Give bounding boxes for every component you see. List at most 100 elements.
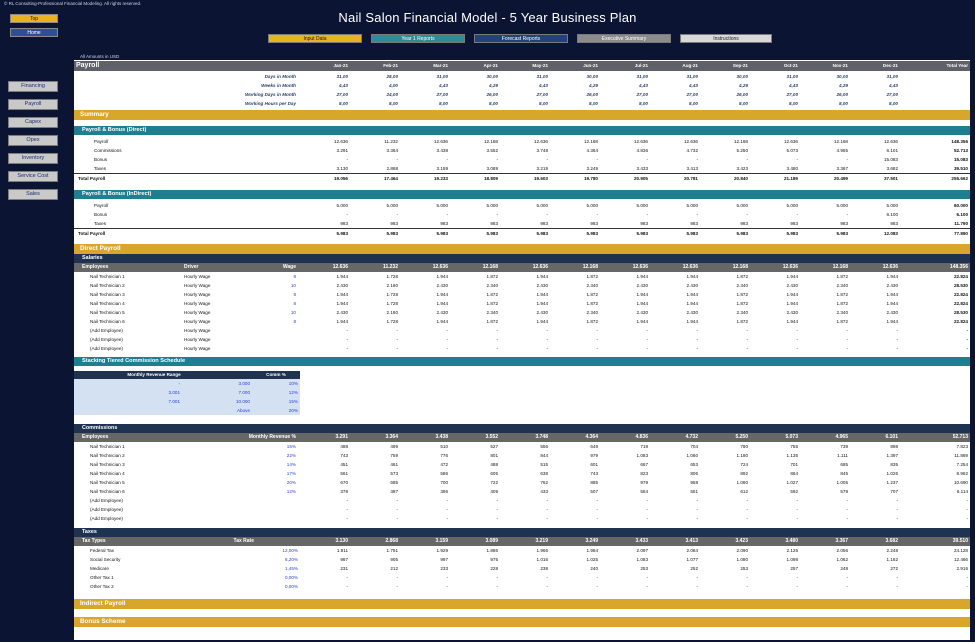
employee-driver[interactable]: Hourly Wage	[184, 281, 254, 290]
tax-name: Other Tax 1	[90, 575, 114, 580]
tax-rate[interactable]: 0,00%	[254, 573, 298, 582]
month-value: 5.983	[836, 231, 849, 236]
sidebar-inventory-button[interactable]: Inventory	[8, 153, 58, 164]
commission-pct[interactable]: 15%	[264, 442, 296, 451]
employee-driver[interactable]: Hourly Wage	[184, 335, 254, 344]
direct_section-row: Taxes 3.130 2.868 3.159 3.089 3.219 3.249 3.433…	[74, 164, 970, 173]
tier-from[interactable]	[134, 406, 180, 415]
employee-name[interactable]: Nail Technician 5	[90, 478, 180, 487]
employee-wage[interactable]: 8	[264, 272, 296, 281]
tax-rate[interactable]: 6,20%	[254, 555, 298, 564]
employee-name[interactable]: Nail Technician 4	[90, 469, 180, 478]
employee-wage[interactable]: 8	[264, 317, 296, 326]
tier-pct[interactable]: 12%	[254, 388, 298, 397]
commission-pct[interactable]: 12%	[264, 487, 296, 496]
employee-wage[interactable]: 8	[264, 290, 296, 299]
employee-name[interactable]: Nail Technician 6	[90, 317, 180, 326]
month-value: -	[446, 507, 448, 512]
employee-wage[interactable]: 8	[264, 299, 296, 308]
commission-pct[interactable]: 20%	[264, 478, 296, 487]
tax-rate[interactable]: 12,00%	[254, 546, 298, 555]
employee-name[interactable]: Nail Technician 3	[90, 290, 180, 299]
nav-forecast-reports-button[interactable]: Forecast Reports	[474, 34, 568, 43]
bonus-scheme-band: Bonus Scheme	[74, 617, 970, 627]
tier-pct[interactable]: 20%	[254, 406, 298, 415]
month-value: 2.084	[686, 548, 699, 553]
sidebar-capex-button[interactable]: Capex	[8, 117, 58, 128]
employee-driver[interactable]: Hourly Wage	[184, 290, 254, 299]
tier-to[interactable]: 10.000	[204, 397, 250, 406]
employee-name[interactable]: (Add Employee)	[90, 514, 180, 523]
employee-name[interactable]: (Add Employee)	[90, 505, 180, 514]
month-value: 2.340	[586, 283, 599, 288]
month-value: 3.291	[335, 434, 348, 440]
employee-name[interactable]: Nail Technician 2	[90, 451, 180, 460]
commission-pct[interactable]	[264, 496, 296, 505]
month-value: 864	[790, 471, 798, 476]
employee-name[interactable]: Nail Technician 2	[90, 281, 180, 290]
tax-rate[interactable]: 1,45%	[254, 564, 298, 573]
commission-pct[interactable]: 22%	[264, 451, 296, 460]
employee-name[interactable]: (Add Employee)	[90, 335, 180, 344]
tier-to[interactable]: 7.000	[204, 388, 250, 397]
employee-driver[interactable]: Hourly Wage	[184, 326, 254, 335]
commission-pct[interactable]	[264, 505, 296, 514]
home-button[interactable]: Home	[10, 28, 58, 37]
employee-name[interactable]: Nail Technician 3	[90, 460, 180, 469]
nav-input-data-button[interactable]: Input Data	[268, 34, 362, 43]
commission-row: Nail Technician 3 14% 451 461 472 488 515 601 66…	[74, 460, 970, 469]
month-header: Oct-21	[783, 63, 798, 68]
sidebar-payroll-button[interactable]: Payroll	[8, 99, 58, 110]
month-value: -	[746, 157, 748, 162]
nav-instructions-button[interactable]: Instructions	[680, 34, 772, 43]
commission-pct[interactable]: 14%	[264, 460, 296, 469]
month-value: -	[896, 584, 898, 589]
commission-pct[interactable]	[264, 514, 296, 523]
employee-name[interactable]: (Add Employee)	[90, 496, 180, 505]
employee-wage[interactable]	[264, 344, 296, 353]
employee-driver[interactable]: Hourly Wage	[184, 308, 254, 317]
sidebar-service-cost-button[interactable]: Service Cost	[8, 171, 58, 182]
tier-from[interactable]: -	[134, 379, 180, 388]
employee-name[interactable]: Nail Technician 1	[90, 442, 180, 451]
tier-to[interactable]: Above	[204, 406, 250, 415]
tax-rate[interactable]: 0,00%	[254, 582, 298, 591]
month-value: 1.944	[336, 319, 349, 324]
employee-wage[interactable]: 10	[264, 281, 296, 290]
month-value: 2.430	[686, 310, 699, 315]
commission-pct[interactable]: 17%	[264, 469, 296, 478]
employee-name[interactable]: Nail Technician 4	[90, 299, 180, 308]
employee-driver[interactable]: Hourly Wage	[184, 344, 254, 353]
month-value: 1.872	[586, 274, 599, 279]
tier-from[interactable]: 3.001	[134, 388, 180, 397]
sidebar-sales-button[interactable]: Sales	[8, 189, 58, 200]
top-button[interactable]: Top	[10, 14, 58, 23]
month-value: 1.025	[586, 557, 599, 562]
tier-pct[interactable]: 15%	[254, 397, 298, 406]
month-value: 2.868	[385, 538, 398, 544]
employee-name[interactable]: (Add Employee)	[90, 344, 180, 353]
employee-driver[interactable]: Hourly Wage	[184, 299, 254, 308]
nav-executive-summary-button[interactable]: Executive Summary	[577, 34, 671, 43]
sidebar-financing-button[interactable]: Financing	[8, 81, 58, 92]
tier-pct[interactable]: 10%	[254, 379, 298, 388]
employee-name[interactable]: (Add Employee)	[90, 326, 180, 335]
tier-from[interactable]: 7.001	[134, 397, 180, 406]
employee-wage[interactable]	[264, 335, 296, 344]
employee-name[interactable]: Nail Technician 6	[90, 487, 180, 496]
nav-year1-reports-button[interactable]: Year 1 Reports	[371, 34, 465, 43]
employee-name[interactable]: Nail Technician 1	[90, 272, 180, 281]
month-value: 2.430	[336, 310, 349, 315]
employee-wage[interactable]	[264, 326, 296, 335]
employee-name[interactable]: Nail Technician 5	[90, 308, 180, 317]
employee-wage[interactable]: 10	[264, 308, 296, 317]
sidebar-opex-button[interactable]: Opex	[8, 135, 58, 146]
month-value: 5.983	[436, 231, 449, 236]
tier-to[interactable]: 3.000	[204, 379, 250, 388]
month-value: 30,00	[736, 74, 749, 79]
month-value: 12.636	[333, 139, 348, 144]
employee-driver[interactable]: Hourly Wage	[184, 317, 254, 326]
employee-driver[interactable]: Hourly Wage	[184, 272, 254, 281]
month-value: -	[546, 584, 548, 589]
month-value: -	[846, 157, 848, 162]
